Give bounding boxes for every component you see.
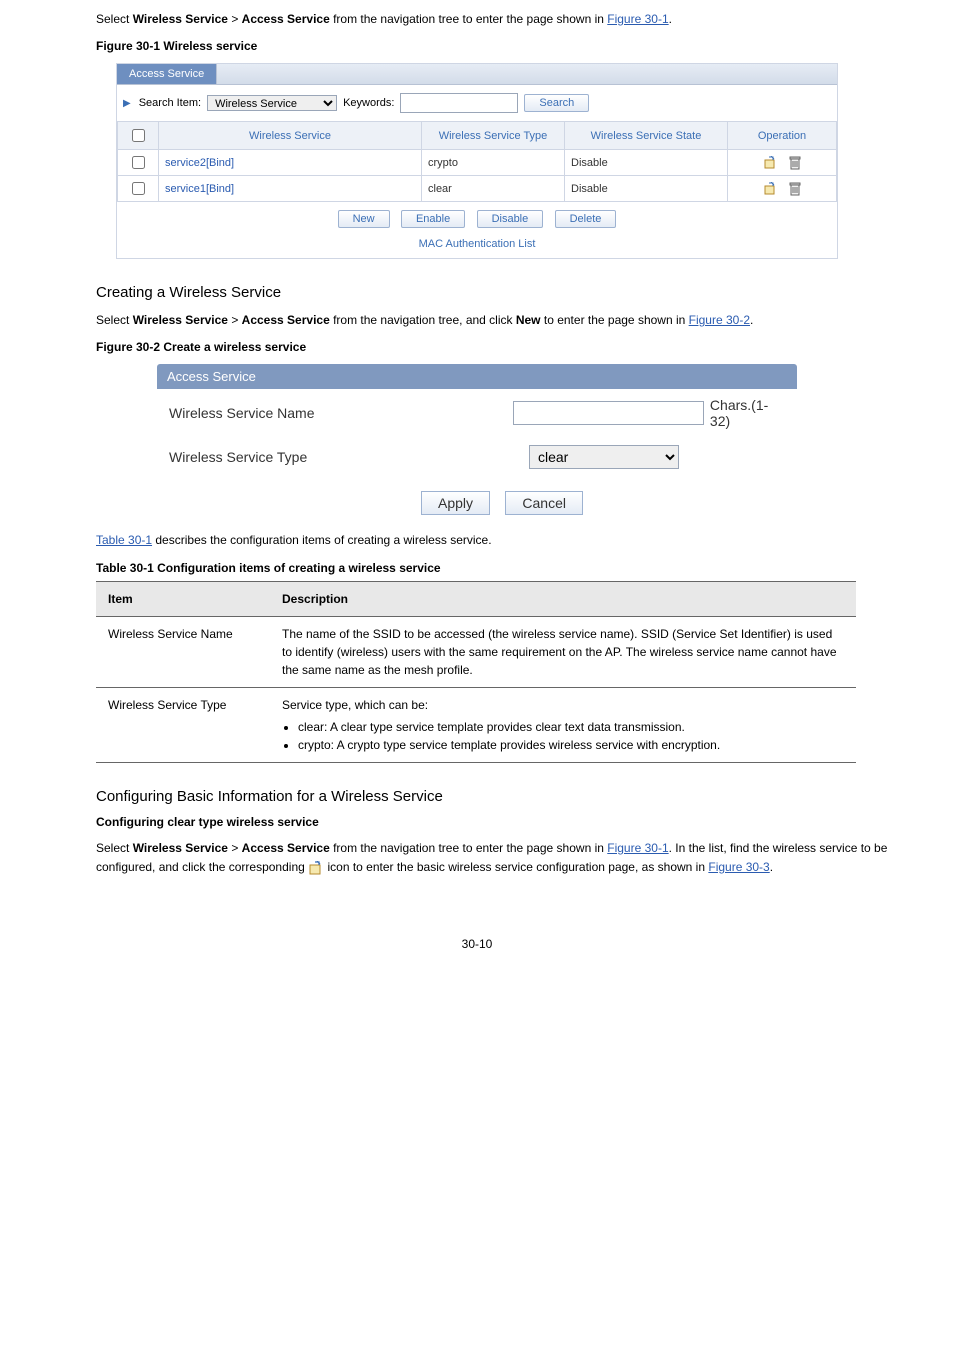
- text: Select: [96, 12, 133, 26]
- figure-link[interactable]: Figure 30-2: [689, 313, 750, 327]
- page-number: 30-10: [50, 937, 904, 951]
- cancel-button[interactable]: Cancel: [505, 491, 583, 515]
- service-type: clear: [422, 176, 565, 202]
- text-bold: Access Service: [242, 313, 330, 327]
- tab-access-service[interactable]: Access Service: [157, 364, 797, 389]
- search-item-select[interactable]: Wireless Service: [207, 95, 337, 111]
- delete-button[interactable]: Delete: [555, 210, 617, 228]
- edit-icon[interactable]: [759, 183, 781, 195]
- service-type: crypto: [422, 150, 565, 176]
- select-all-checkbox[interactable]: [132, 129, 145, 142]
- sub-heading: Configuring clear type wireless service: [96, 815, 319, 829]
- text: icon to enter the basic wireless service…: [324, 860, 708, 874]
- col-description: Description: [270, 581, 856, 616]
- col-service: Wireless Service: [159, 122, 422, 150]
- keywords-input[interactable]: [400, 93, 518, 113]
- text-bold: New: [516, 313, 541, 327]
- figure-link[interactable]: Figure 30-3: [708, 860, 769, 874]
- service-name-link[interactable]: service2[Bind]: [159, 150, 422, 176]
- col-state: Wireless Service State: [565, 122, 728, 150]
- text: to enter the page shown in: [541, 313, 689, 327]
- text-bold: Wireless Service: [133, 313, 228, 327]
- service-name-label: Wireless Service Name: [169, 405, 513, 421]
- text: >: [228, 841, 242, 855]
- figure-label: Figure 30-1 Wireless service: [96, 39, 257, 53]
- row-checkbox[interactable]: [132, 156, 145, 169]
- text: .: [770, 860, 773, 874]
- disable-button[interactable]: Disable: [477, 210, 544, 228]
- delete-icon[interactable]: [785, 157, 805, 169]
- text: from the navigation tree, and click: [330, 313, 516, 327]
- text-bold: Access Service: [242, 841, 330, 855]
- text: from the navigation tree to enter the pa…: [330, 841, 608, 855]
- service-type-select[interactable]: clear: [529, 445, 679, 469]
- text-bold: Access Service: [242, 12, 330, 26]
- figure-link[interactable]: Figure 30-1: [607, 841, 668, 855]
- chars-hint: Chars.(1-32): [710, 397, 785, 429]
- text: .: [669, 12, 672, 26]
- enable-button[interactable]: Enable: [401, 210, 465, 228]
- service-name-link[interactable]: service1[Bind]: [159, 176, 422, 202]
- apply-button[interactable]: Apply: [421, 491, 490, 515]
- col-item: Item: [96, 581, 270, 616]
- text-bold: Wireless Service: [133, 12, 228, 26]
- edit-icon[interactable]: [759, 157, 781, 169]
- text: from the navigation tree to enter the pa…: [330, 12, 608, 26]
- table-row: service1[Bind] clear Disable: [118, 176, 837, 202]
- figure-link[interactable]: Figure 30-1: [607, 12, 668, 26]
- text: >: [228, 12, 242, 26]
- text: describes the configuration items of cre…: [152, 533, 492, 547]
- service-state: Disable: [565, 176, 728, 202]
- service-table: Wireless Service Wireless Service Type W…: [117, 121, 837, 202]
- edit-icon: [308, 860, 324, 874]
- tab-access-service[interactable]: Access Service: [117, 64, 217, 84]
- table-row: service2[Bind] crypto Disable: [118, 150, 837, 176]
- figure-label: Figure 30-2 Create a wireless service: [96, 340, 306, 354]
- new-button[interactable]: New: [338, 210, 390, 228]
- search-button[interactable]: Search: [524, 94, 589, 112]
- table-link[interactable]: Table 30-1: [96, 533, 152, 547]
- mac-auth-list-link[interactable]: MAC Authentication List: [419, 238, 536, 250]
- item-name: Wireless Service Name: [96, 616, 270, 687]
- section-heading: Creating a Wireless Service: [50, 284, 904, 301]
- search-item-label: Search Item:: [139, 97, 201, 109]
- text: Select: [96, 841, 133, 855]
- screenshot-access-service-list: Access Service ▶ Search Item: Wireless S…: [116, 63, 838, 259]
- service-name-input[interactable]: [513, 401, 704, 425]
- keywords-label: Keywords:: [343, 97, 394, 109]
- service-type-label: Wireless Service Type: [169, 449, 529, 465]
- service-state: Disable: [565, 150, 728, 176]
- item-desc: The name of the SSID to be accessed (the…: [270, 616, 856, 687]
- item-desc: Service type, which can be: clear: A cle…: [270, 687, 856, 762]
- text: >: [228, 313, 242, 327]
- delete-icon[interactable]: [785, 183, 805, 195]
- config-items-table: Item Description Wireless Service Name T…: [96, 581, 856, 763]
- col-type: Wireless Service Type: [422, 122, 565, 150]
- text-bold: Wireless Service: [133, 841, 228, 855]
- text: Select: [96, 313, 133, 327]
- row-checkbox[interactable]: [132, 182, 145, 195]
- screenshot-create-service: Access Service Wireless Service Name Cha…: [157, 364, 797, 521]
- text: .: [750, 313, 753, 327]
- section-heading: Configuring Basic Information for a Wire…: [50, 788, 904, 805]
- triangle-icon: ▶: [123, 98, 131, 109]
- table-caption: Table 30-1 Configuration items of creati…: [96, 561, 441, 575]
- item-name: Wireless Service Type: [96, 687, 270, 762]
- col-operation: Operation: [728, 122, 837, 150]
